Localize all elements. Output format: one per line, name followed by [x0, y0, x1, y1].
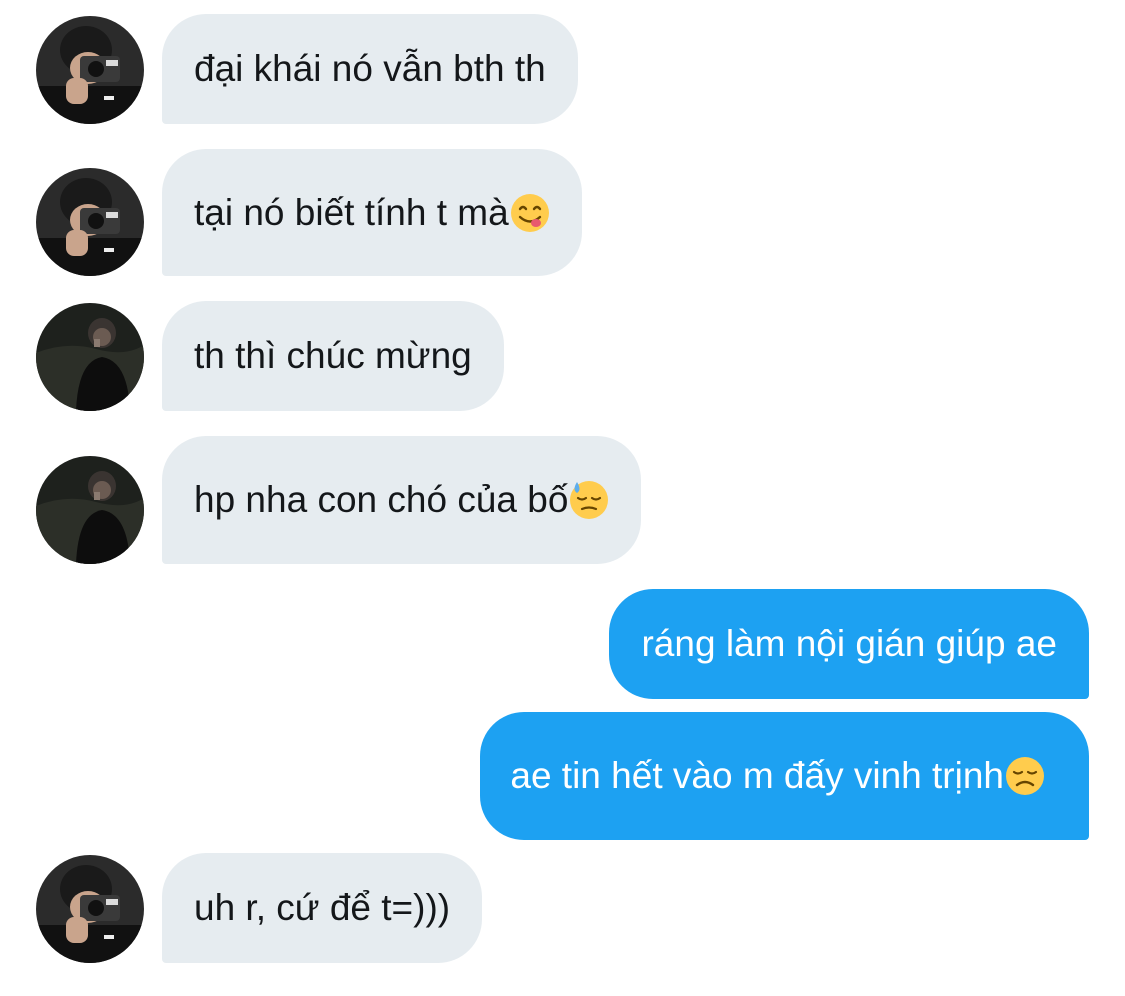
avatar[interactable] — [36, 855, 144, 963]
message-bubble-outgoing[interactable]: ae tin hết vào m đấy vinh trịnh — [480, 712, 1089, 840]
yum-face-icon — [510, 193, 550, 233]
message-row: tại nó biết tính t mà — [0, 149, 1125, 276]
message-bubble-incoming[interactable]: hp nha con chó của bố — [162, 436, 642, 564]
message-bubble-incoming[interactable]: tại nó biết tính t mà — [162, 149, 582, 276]
message-text: uh r, cứ để t=))) — [194, 887, 451, 928]
message-row: hp nha con chó của bố — [0, 436, 1125, 564]
downcast-sweat-face-icon — [569, 480, 609, 520]
message-row: ae tin hết vào m đấy vinh trịnh — [0, 712, 1125, 840]
message-bubble-incoming[interactable]: đại khái nó vẫn bth th — [162, 14, 578, 124]
message-text: tại nó biết tính t mà — [194, 191, 509, 233]
avatar[interactable] — [36, 456, 144, 564]
message-text: đại khái nó vẫn bth th — [194, 48, 546, 89]
message-text: hp nha con chó của bố — [194, 479, 569, 520]
conversation-view: đại khái nó vẫn bth th tại nó biết tính … — [0, 0, 1125, 996]
message-text: ráng làm nội gián giúp ae — [641, 623, 1057, 664]
message-bubble-incoming[interactable]: th thì chúc mừng — [162, 301, 504, 411]
message-row: ráng làm nội gián giúp ae — [0, 589, 1125, 699]
message-bubble-outgoing[interactable]: ráng làm nội gián giúp ae — [609, 589, 1089, 699]
message-text: ae tin hết vào m đấy vinh trịnh — [510, 755, 1004, 796]
avatar[interactable] — [36, 168, 144, 276]
message-bubble-incoming[interactable]: uh r, cứ để t=))) — [162, 853, 483, 963]
message-row: đại khái nó vẫn bth th — [0, 14, 1125, 124]
avatar[interactable] — [36, 16, 144, 124]
avatar[interactable] — [36, 303, 144, 411]
message-row: th thì chúc mừng — [0, 301, 1125, 411]
disappointed-face-icon — [1005, 756, 1045, 796]
message-row: uh r, cứ để t=))) — [0, 853, 1125, 963]
message-text: th thì chúc mừng — [194, 335, 472, 376]
